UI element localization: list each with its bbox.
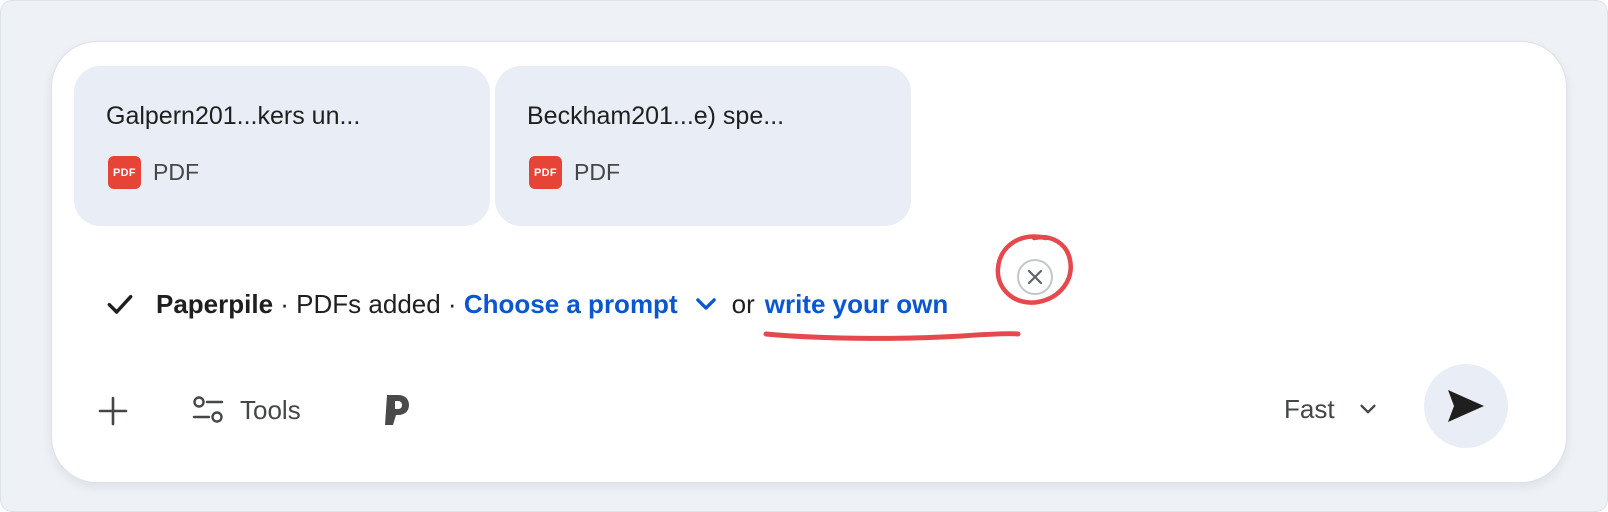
app-frame: Galpern201...kers un... PDF PDF Beckham2… xyxy=(0,0,1608,512)
attachment-chip[interactable]: Beckham201...e) spe... PDF PDF xyxy=(495,66,911,226)
tools-button[interactable]: Tools xyxy=(192,388,301,432)
attachment-chip[interactable]: Galpern201...kers un... PDF PDF xyxy=(74,66,490,226)
pdf-icon: PDF xyxy=(529,156,562,189)
choose-prompt-link[interactable]: Choose a prompt xyxy=(464,289,678,320)
send-button[interactable] xyxy=(1424,364,1508,448)
source-label: Paperpile xyxy=(156,288,274,319)
dismiss-button[interactable] xyxy=(1017,259,1053,295)
or-text: or xyxy=(731,288,755,319)
pdf-icon: PDF xyxy=(108,156,141,189)
added-text: PDFs added xyxy=(296,288,441,319)
tools-label: Tools xyxy=(240,394,301,425)
check-icon xyxy=(107,294,133,314)
write-your-own-link[interactable]: write your own xyxy=(765,289,948,320)
add-button[interactable] xyxy=(94,392,132,430)
close-icon xyxy=(1027,269,1043,285)
paperpile-p-icon xyxy=(385,395,409,425)
separator: · xyxy=(273,288,297,319)
separator: · xyxy=(440,288,464,319)
status-row: Paperpile · PDFs added · Choose a prompt… xyxy=(104,282,948,326)
attachment-type: PDF PDF xyxy=(108,156,199,189)
paperpile-button[interactable] xyxy=(374,388,418,432)
chevron-down-icon[interactable] xyxy=(692,290,720,318)
attachment-title: Beckham201...e) spe... xyxy=(527,102,785,130)
attachment-type-label: PDF xyxy=(574,159,620,185)
model-label: Fast xyxy=(1284,393,1335,424)
annotation-underline xyxy=(763,331,1021,341)
chevron-down-icon xyxy=(1359,404,1376,414)
plus-icon xyxy=(98,396,128,426)
tools-icon xyxy=(192,396,224,423)
prompt-composer: Galpern201...kers un... PDF PDF Beckham2… xyxy=(51,41,1567,483)
attachment-type: PDF PDF xyxy=(529,156,620,189)
attachment-type-label: PDF xyxy=(153,159,199,185)
model-selector[interactable]: Fast xyxy=(1284,387,1379,431)
attachment-title: Galpern201...kers un... xyxy=(106,102,361,130)
send-icon xyxy=(1448,390,1484,422)
